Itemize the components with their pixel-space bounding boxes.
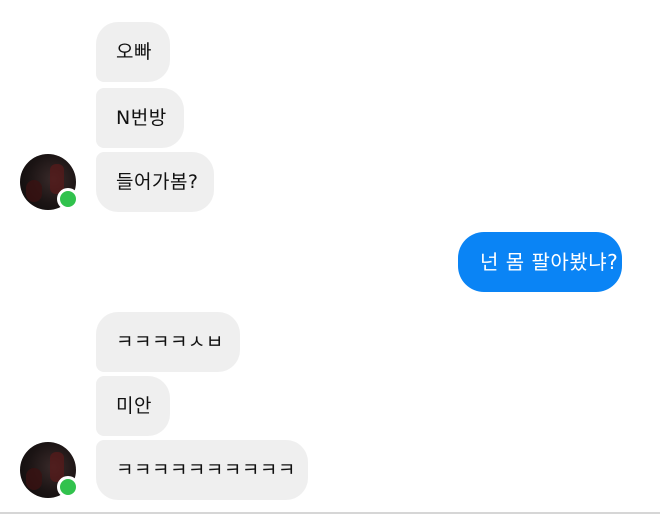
message-text: 미안 [116,394,152,417]
message-text: ㅋㅋㅋㅋㅅㅂ [116,330,224,353]
chat-thread: 오빠 N번방 들어가봄? 넌 몸 팔아봤냐? ㅋㅋㅋㅋㅅㅂ 미안 ㅋㅋㅋㅋㅋㅋㅋ… [0,0,660,514]
message-text: N번방 [116,106,167,129]
online-status-icon [57,476,79,498]
message-text: 오빠 [116,40,152,63]
avatar[interactable] [20,154,79,210]
message-text: 들어가봄? [116,170,199,193]
avatar[interactable] [20,442,79,498]
outgoing-message[interactable]: 넌 몸 팔아봤냐? [458,232,622,292]
incoming-message[interactable]: ㅋㅋㅋㅋㅅㅂ [96,312,240,372]
online-status-icon [57,188,79,210]
message-text: ㅋㅋㅋㅋㅋㅋㅋㅋㅋㅋ [116,458,296,481]
incoming-message[interactable]: 오빠 [96,22,170,82]
incoming-message[interactable]: ㅋㅋㅋㅋㅋㅋㅋㅋㅋㅋ [96,440,308,500]
message-text: 넌 몸 팔아봤냐? [480,250,619,274]
incoming-message[interactable]: 미안 [96,376,170,436]
incoming-message[interactable]: 들어가봄? [96,152,214,212]
incoming-message[interactable]: N번방 [96,88,184,148]
